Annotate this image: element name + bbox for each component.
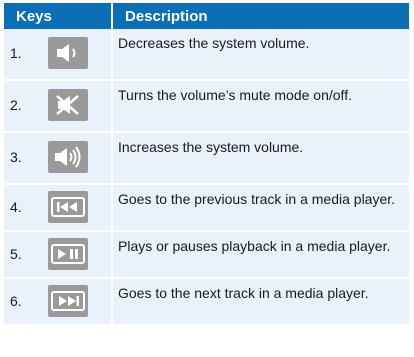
row-number: 5.: [10, 246, 22, 262]
description-cell: Increases the system volume.: [112, 132, 409, 185]
row-description: Turns the volume’s mute mode on/off.: [118, 87, 352, 103]
table-row: 4. Goes to the previous track in a media…: [4, 184, 409, 232]
volume-up-icon: [48, 141, 88, 173]
key-cell: 6.: [4, 278, 113, 326]
volume-down-icon: [48, 37, 88, 69]
previous-track-icon: [48, 191, 88, 223]
description-cell: Goes to the next track in a media player…: [112, 278, 409, 326]
key-cell: 5.: [4, 231, 113, 279]
row-number: 2.: [10, 97, 22, 113]
table-row: 6. Goes to the next track in a media pla…: [4, 278, 409, 326]
next-track-icon: [48, 285, 88, 317]
row-number: 1.: [10, 45, 22, 61]
table-header-row: Keys Description: [4, 3, 409, 29]
row-number: 6.: [10, 293, 22, 309]
table-row: 3. Increases the system volume.: [4, 132, 409, 185]
description-cell: Decreases the system volume.: [112, 29, 409, 81]
row-number: 4.: [10, 199, 22, 215]
key-cell: 2.: [4, 80, 113, 133]
row-description: Goes to the next track in a media player…: [118, 285, 369, 301]
description-cell: Plays or pauses playback in a media play…: [112, 231, 409, 279]
row-description: Plays or pauses playback in a media play…: [118, 238, 391, 254]
key-description-table: Keys Description 1. Decreases the system…: [4, 3, 409, 326]
row-description: Decreases the system volume.: [118, 35, 310, 51]
key-cell: 3.: [4, 132, 113, 185]
row-number: 3.: [10, 149, 22, 165]
play-pause-icon: [48, 238, 88, 270]
header-description: Description: [112, 3, 409, 29]
key-cell: 4.: [4, 184, 113, 232]
table-row: 2. Turns the volume’s mute mode on/off.: [4, 80, 409, 133]
key-cell: 1.: [4, 29, 113, 81]
description-cell: Goes to the previous track in a media pl…: [112, 184, 409, 232]
mute-icon: [48, 89, 88, 121]
description-cell: Turns the volume’s mute mode on/off.: [112, 80, 409, 133]
table-row: 5. Plays or pauses playback in a media p…: [4, 231, 409, 279]
header-keys: Keys: [4, 3, 113, 29]
row-description: Goes to the previous track in a media pl…: [118, 191, 396, 207]
table-row: 1. Decreases the system volume.: [4, 29, 409, 81]
row-description: Increases the system volume.: [118, 139, 304, 155]
